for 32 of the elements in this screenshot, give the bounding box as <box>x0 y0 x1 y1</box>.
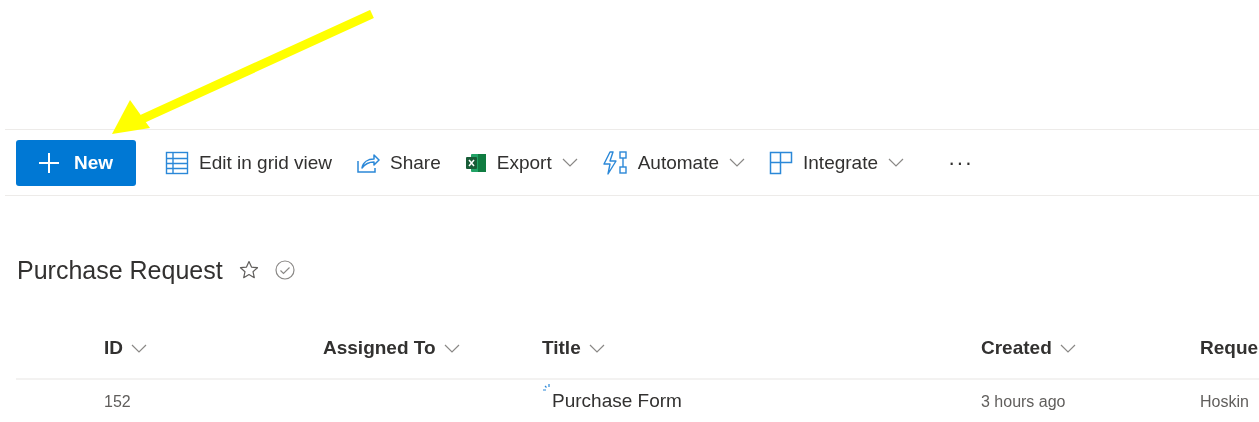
more-button[interactable]: ··· <box>936 139 985 186</box>
toolbar-dropdown[interactable]: Export <box>452 139 590 186</box>
flow-icon <box>601 150 628 175</box>
star-icon[interactable] <box>238 260 259 280</box>
chevron-down-icon <box>588 343 605 353</box>
toolbar-dropdown[interactable]: Integrate <box>757 139 916 186</box>
toolbar-button[interactable]: Edit in grid view <box>153 139 345 186</box>
plus-icon <box>38 151 60 174</box>
table-cell-text: Hoskin <box>1200 392 1250 411</box>
toolbar-dropdown[interactable]: Automate <box>589 139 757 186</box>
table-cell-text: 152 <box>104 392 132 411</box>
share-icon <box>356 151 381 174</box>
column-header[interactable]: Created <box>981 337 1200 359</box>
chevron-down-icon <box>561 158 578 167</box>
grid-icon <box>165 150 189 175</box>
table-cell-text: 3 hours ago <box>981 392 1067 411</box>
chevron-down-icon <box>443 343 460 353</box>
toolbar-button[interactable]: Share <box>344 139 453 186</box>
list-title: Purchase Request <box>17 255 223 285</box>
column-header[interactable]: Reque <box>1200 337 1259 359</box>
column-header[interactable]: ID <box>104 337 323 359</box>
column-header[interactable]: Assigned To <box>323 337 542 359</box>
chevron-down-icon <box>729 158 745 167</box>
column-header[interactable]: Title <box>542 337 981 359</box>
chevron-down-icon <box>1059 343 1076 353</box>
spreadsheet-icon <box>464 152 487 173</box>
check-circle-icon[interactable] <box>274 260 295 280</box>
chevron-down-icon <box>131 343 147 353</box>
panes-icon <box>769 150 793 175</box>
chevron-down-icon <box>888 158 904 167</box>
item-title-link[interactable]: Purchase Form <box>552 390 682 412</box>
new-button[interactable]: New <box>16 139 136 186</box>
